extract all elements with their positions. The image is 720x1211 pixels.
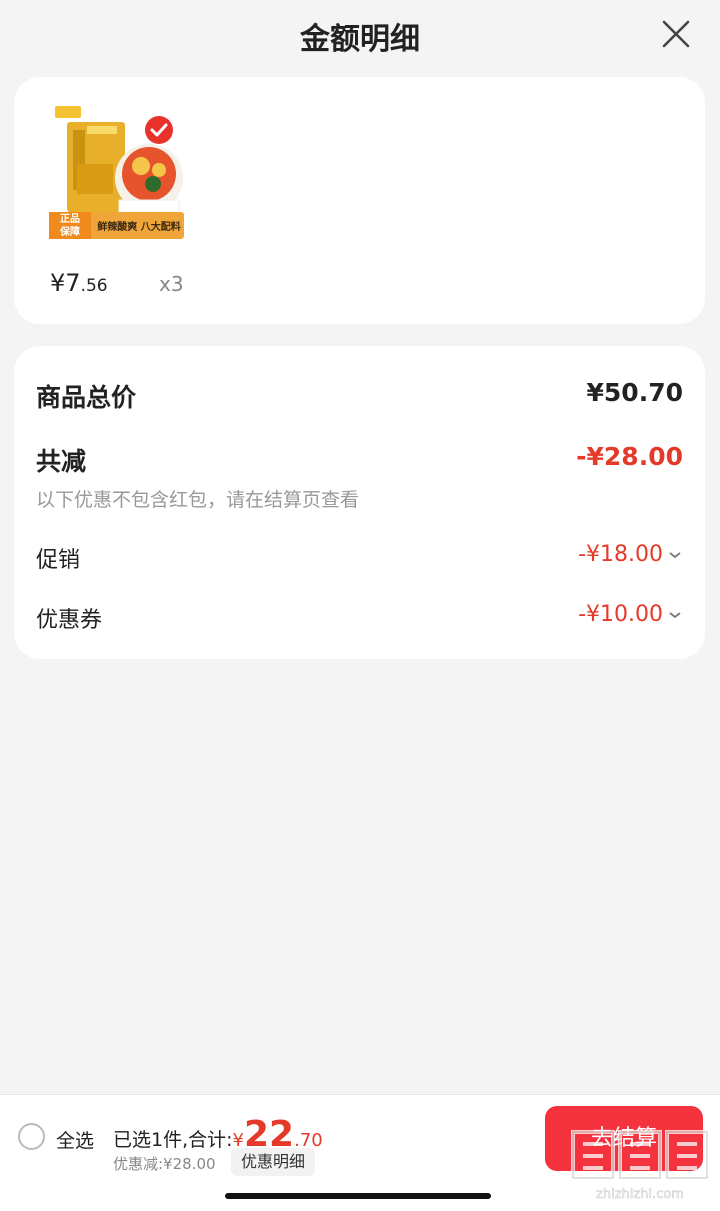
chevron-down-icon	[669, 552, 681, 559]
discount-summary: 优惠减:¥28.00	[113, 1155, 216, 1173]
promo-row[interactable]: -¥18.00	[578, 542, 683, 567]
product-card: 正品 保障 鲜辣酸爽 八大配料 ¥7.56 x3	[14, 77, 705, 324]
select-all-radio[interactable]	[18, 1123, 45, 1150]
product-price: ¥7.56	[50, 269, 108, 297]
svg-text:保障: 保障	[59, 225, 80, 238]
discount-detail-button[interactable]: 优惠明细	[231, 1148, 316, 1176]
reduce-label: 共减	[36, 447, 87, 476]
page-title: 金额明细	[300, 22, 420, 57]
total-value: ¥50.70	[586, 378, 683, 407]
close-icon[interactable]	[656, 14, 696, 54]
svg-text:正品: 正品	[60, 213, 80, 225]
chevron-down-icon	[669, 612, 681, 619]
select-all-label[interactable]: 全选	[56, 1126, 94, 1153]
svg-text:鲜辣酸爽 八大配料: 鲜辣酸爽 八大配料	[97, 220, 180, 233]
promo-label: 促销	[36, 548, 81, 573]
selected-check-icon[interactable]	[144, 115, 174, 145]
price-integer: ¥7	[50, 269, 81, 297]
summary-card: 商品总价 ¥50.70 共减 -¥28.00 以下优惠不包含红包，请在结算页查看…	[14, 346, 705, 659]
price-decimal: .56	[80, 276, 108, 296]
reduce-value: -¥28.00	[576, 442, 683, 471]
total-label: 商品总价	[36, 383, 137, 412]
product-quantity: x3	[159, 272, 184, 296]
selected-text: 已选1件,合计:	[113, 1129, 233, 1151]
header: 金额明细	[0, 0, 720, 70]
coupon-label: 优惠券	[36, 608, 103, 633]
discount-note: 以下优惠不包含红包，请在结算页查看	[36, 489, 360, 511]
coupon-row[interactable]: -¥10.00	[578, 602, 683, 627]
coupon-value: -¥10.00	[578, 602, 663, 627]
home-indicator	[225, 1193, 491, 1199]
promo-value: -¥18.00	[578, 542, 663, 567]
checkout-button[interactable]: 去结算	[545, 1106, 703, 1171]
bottom-bar: 全选 已选1件,合计:¥22.70 优惠减:¥28.00 优惠明细 去结算	[0, 1094, 720, 1211]
